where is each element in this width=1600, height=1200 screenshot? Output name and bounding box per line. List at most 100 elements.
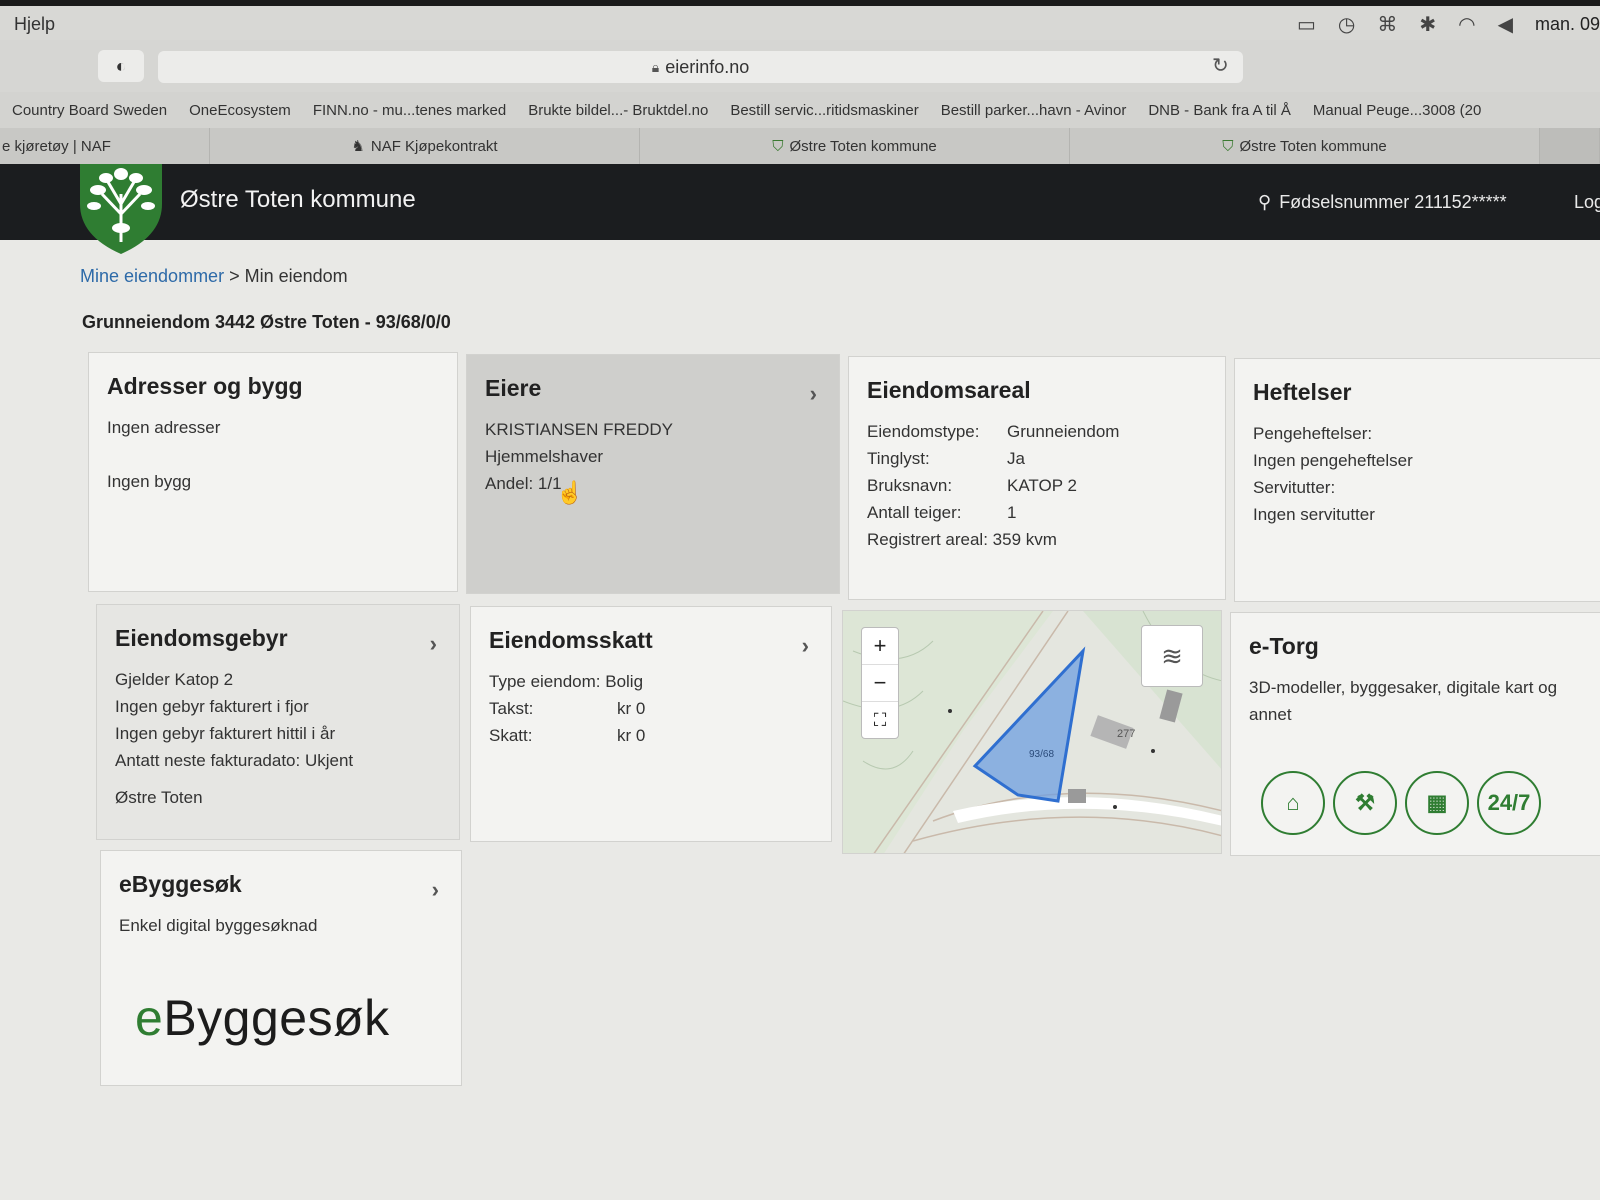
- logo-text: Byggesøk: [163, 990, 390, 1046]
- owner-role: Hjemmelshaver: [485, 447, 604, 466]
- etorg-description: 3D-modeller, byggesaker, digitale kart o…: [1249, 678, 1558, 724]
- house-3d-icon[interactable]: ⌂: [1261, 771, 1325, 835]
- logout-link[interactable]: Log: [1574, 192, 1600, 213]
- logo-e: e: [135, 990, 164, 1046]
- ebyggesok-description: Enkel digital byggesøknad: [119, 916, 318, 935]
- tab-naf-contract[interactable]: ♞ NAF Kjøpekontrakt: [210, 128, 640, 164]
- bluetooth-icon[interactable]: ✱: [1419, 12, 1436, 37]
- card-addresses-buildings: Adresser og bygg Ingen adresser Ingen by…: [88, 352, 458, 592]
- card-etorg[interactable]: e-Torg 3D-modeller, byggesaker, digitale…: [1230, 612, 1600, 856]
- fee-line: Ingen gebyr fakturert i fjor: [115, 697, 309, 716]
- card-title: Eiendomsskatt: [489, 627, 653, 653]
- detail-key: Eiendomstype:: [867, 422, 980, 441]
- house-number-label: 277: [1117, 728, 1135, 740]
- buildings-text: Ingen bygg: [107, 472, 192, 491]
- zoom-in-button[interactable]: +: [862, 628, 898, 665]
- user-info[interactable]: ⚲ Fødselsnummer 211152*****: [1258, 192, 1507, 213]
- card-owners[interactable]: Eiere › KRISTIANSEN FREDDY Hjemmelshaver…: [466, 354, 840, 594]
- crest-icon: ⛉: [1222, 137, 1234, 155]
- bookmark-item[interactable]: DNB - Bank fra A til Å: [1148, 102, 1291, 119]
- card-title: Eiendomsgebyr: [115, 625, 288, 651]
- card-title: Eiere: [485, 375, 542, 401]
- registered-area: Registrert areal: 359 kvm: [867, 530, 1057, 549]
- layers-button[interactable]: ≋: [1141, 625, 1203, 687]
- airplay-icon[interactable]: ▭: [1297, 12, 1316, 37]
- card-property-tax[interactable]: Eiendomsskatt › Type eiendom: Bolig Taks…: [470, 606, 832, 842]
- privacy-shield-button[interactable]: ◐: [98, 50, 144, 82]
- clock[interactable]: man. 09: [1535, 14, 1600, 35]
- fullscreen-button[interactable]: ⛶: [862, 702, 898, 738]
- breadcrumb: Mine eiendommer > Min eiendom: [80, 266, 348, 287]
- map-icon[interactable]: ▦: [1405, 771, 1469, 835]
- owner-name: KRISTIANSEN FREDDY: [485, 420, 673, 439]
- site-header: Østre Toten kommune ⚲ Fødselsnummer 2111…: [0, 164, 1600, 254]
- layers-icon: ≋: [1161, 640, 1183, 671]
- tab-naf-vehicle[interactable]: e kjøretøy | NAF: [0, 128, 210, 164]
- card-title: eByggesøk: [119, 871, 242, 897]
- card-title: e-Torg: [1249, 633, 1319, 659]
- mortgages-value: Ingen pengeheftelser: [1253, 451, 1413, 470]
- detail-value: Grunneiendom: [1007, 422, 1120, 441]
- tab-ostre-toten-1[interactable]: ⛉ Østre Toten kommune: [640, 128, 1070, 164]
- bookmark-item[interactable]: OneEcosystem: [189, 102, 291, 119]
- menu-help[interactable]: Hjelp: [14, 14, 55, 35]
- map-controls: + − ⛶: [861, 627, 899, 739]
- bookmarks-bar: Country Board Sweden OneEcosystem FINN.n…: [0, 92, 1600, 128]
- card-title: Eiendomsareal: [867, 377, 1031, 403]
- chevron-right-icon: ›: [801, 633, 809, 658]
- bookmark-item[interactable]: Country Board Sweden: [12, 102, 167, 119]
- user-icon: ⚲: [1258, 192, 1272, 212]
- chevron-right-icon: ›: [431, 877, 439, 902]
- time-machine-icon[interactable]: ◷: [1338, 12, 1355, 37]
- breadcrumb-link-properties[interactable]: Mine eiendommer: [80, 266, 224, 286]
- breadcrumb-separator: >: [224, 266, 245, 286]
- wifi-icon[interactable]: ◠: [1458, 12, 1475, 37]
- mortgages-label: Pengeheftelser:: [1253, 424, 1373, 443]
- municipality-crest-icon[interactable]: [78, 164, 164, 254]
- card-ebyggesok[interactable]: eByggesøk › Enkel digital byggesøknad eB…: [100, 850, 462, 1086]
- chevron-right-icon: ›: [429, 631, 437, 656]
- card-title: Adresser og bygg: [107, 373, 303, 399]
- site-title[interactable]: Østre Toten kommune: [180, 186, 416, 214]
- lock-icon: 🔒︎: [651, 58, 660, 75]
- detail-key: Bruksnavn:: [867, 476, 953, 495]
- detail-value: Ja: [1007, 449, 1025, 468]
- card-map[interactable]: 93/68 277 + − ⛶ ≋: [842, 610, 1222, 854]
- address-bar[interactable]: 🔒︎ eierinfo.no: [158, 51, 1243, 83]
- bookmark-item[interactable]: Bestill servic...ritidsmaskiner: [730, 102, 918, 119]
- tab-label: Østre Toten kommune: [1239, 137, 1387, 155]
- breadcrumb-current: Min eiendom: [244, 266, 348, 286]
- detail-value: 1: [1007, 503, 1017, 522]
- detail-value: kr 0: [617, 726, 646, 745]
- chevron-right-icon: ›: [809, 381, 817, 406]
- service-247-icon[interactable]: 24/7: [1477, 771, 1541, 835]
- detail-key: Antall teiger:: [867, 503, 962, 522]
- tab-ostre-toten-2[interactable]: ⛉ Østre Toten kommune: [1070, 128, 1540, 164]
- card-title: Heftelser: [1253, 379, 1352, 405]
- tab-label: Østre Toten kommune: [789, 137, 937, 155]
- bookmark-item[interactable]: Bestill parker...havn - Avinor: [941, 102, 1127, 119]
- keyboard-icon[interactable]: ⌘: [1377, 12, 1397, 37]
- detail-value: kr 0: [617, 699, 646, 718]
- card-property-fee[interactable]: Eiendomsgebyr › Gjelder Katop 2 Ingen ge…: [96, 604, 460, 840]
- hammer-icon[interactable]: ⚒: [1333, 771, 1397, 835]
- owner-share: Andel: 1/1: [485, 474, 562, 493]
- bookmark-item[interactable]: Brukte bildel...- Bruktdel.no: [528, 102, 708, 119]
- user-id: Fødselsnummer 211152*****: [1279, 192, 1507, 212]
- zoom-out-button[interactable]: −: [862, 665, 898, 702]
- detail-key: Skatt:: [489, 726, 533, 745]
- bookmark-item[interactable]: FINN.no - mu...tenes marked: [313, 102, 506, 119]
- reload-icon[interactable]: ↻: [1212, 53, 1229, 78]
- etorg-icon-row: ⌂ ⚒ ▦ 24/7: [1261, 771, 1541, 835]
- fee-line: Ingen gebyr fakturert hittil i år: [115, 724, 336, 743]
- volume-icon[interactable]: ◀: [1498, 12, 1513, 37]
- tax-details: Takst: kr 0 Skatt: kr 0: [489, 695, 813, 749]
- tab-label: NAF Kjøpekontrakt: [370, 137, 498, 155]
- detail-value: KATOP 2: [1007, 476, 1077, 495]
- bookmark-item[interactable]: Manual Peuge...3008 (20: [1313, 102, 1481, 119]
- browser-toolbar: ◐ 🔒︎ eierinfo.no ↻: [0, 40, 1600, 92]
- url-text: eierinfo.no: [665, 56, 750, 77]
- easements-label: Servitutter:: [1253, 478, 1336, 497]
- page-title: Grunneiendom 3442 Østre Toten - 93/68/0/…: [82, 312, 451, 332]
- ebyggesok-logo: eByggesøk: [135, 989, 390, 1047]
